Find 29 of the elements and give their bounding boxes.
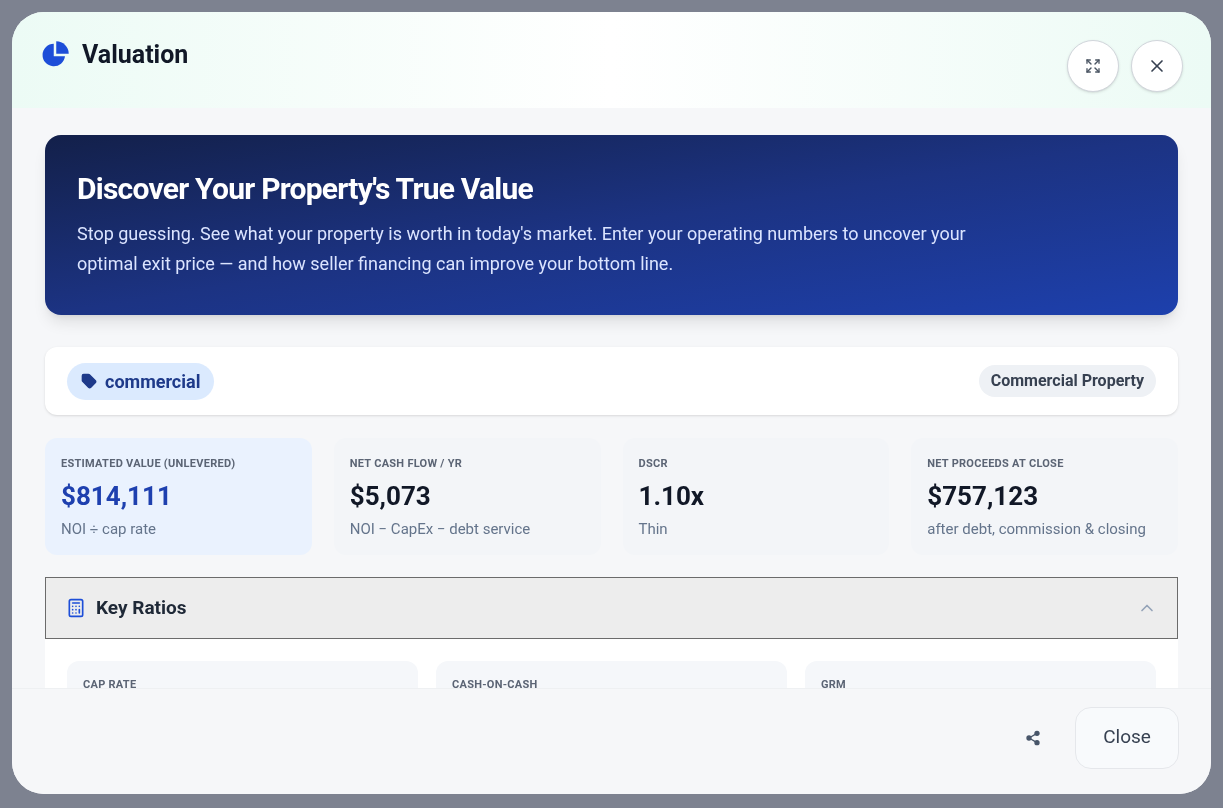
ratio-label: CAP RATE xyxy=(83,677,138,688)
stat-note: after debt, commission & closing xyxy=(927,518,1147,540)
property-type-tag: Commercial Property xyxy=(978,365,1156,397)
share-icon xyxy=(1025,729,1041,746)
tag-icon xyxy=(81,373,97,389)
hero-description: Stop guessing. See what your property is worth in today's market. Enter your operating numbers to uncover your optimal exit price — and how seller financing can improve your bottom line. xyxy=(77,222,967,276)
dialog-title: Valuation xyxy=(82,39,189,71)
stat-label: NET PROCEEDS AT CLOSE xyxy=(927,456,1065,472)
stat-value: $5,073 xyxy=(349,479,432,513)
section-title: Key Ratios xyxy=(96,594,187,621)
category-tag: commercial xyxy=(67,362,215,400)
stat-note: NOI − CapEx − debt service xyxy=(349,518,532,540)
stat-label: DSCR xyxy=(638,456,669,472)
stat-value: $814,111 xyxy=(61,479,173,513)
stat-note: NOI ÷ cap rate xyxy=(61,518,158,540)
close-button[interactable] xyxy=(1131,40,1183,92)
expand-button[interactable] xyxy=(1067,40,1119,92)
stat-value: 1.10x xyxy=(638,479,706,513)
ratio-label: GRM xyxy=(821,677,847,688)
stat-value: $757,123 xyxy=(927,479,1040,513)
calculator-icon xyxy=(66,598,86,618)
hero-title: Discover Your Property's True Value xyxy=(77,171,535,207)
ratio-label: CASH-ON-CASH xyxy=(452,677,539,688)
key-ratios-header[interactable]: Key Ratios xyxy=(45,577,1178,639)
stat-label: NET CASH FLOW / YR xyxy=(349,456,464,472)
close-dialog-button[interactable]: Close xyxy=(1075,706,1179,769)
stat-label: ESTIMATED VALUE (UNLEVERED) xyxy=(61,456,237,472)
expand-icon xyxy=(1085,58,1101,74)
stat-note: Thin xyxy=(638,518,669,540)
